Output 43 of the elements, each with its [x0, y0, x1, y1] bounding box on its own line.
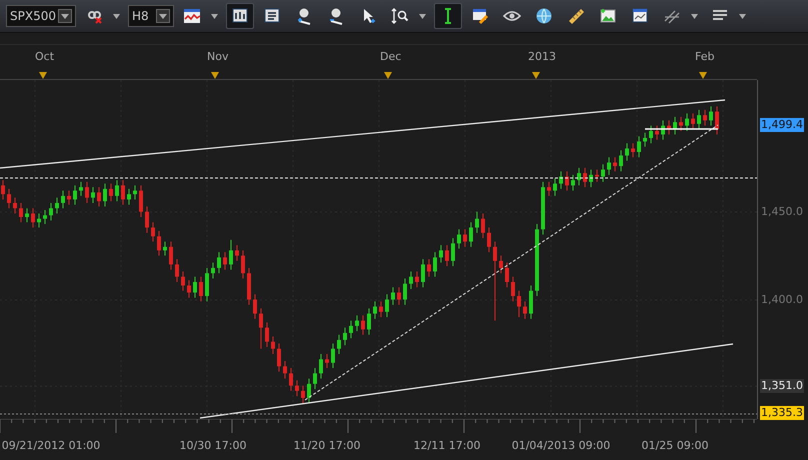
axis-label: 12/11 17:00	[414, 438, 480, 454]
axis-label: 10/30 17:00	[180, 438, 246, 454]
marker-icon	[211, 72, 219, 79]
symbol-dropdown[interactable]: SPX500	[6, 5, 76, 27]
price-label: 1,335.3	[760, 406, 804, 420]
price-label: 1,351.0	[760, 378, 804, 393]
ruler-icon	[567, 7, 585, 25]
window-icon	[263, 7, 281, 25]
price-label: 1,400.0	[760, 292, 804, 307]
window-icon	[631, 7, 649, 25]
zoom-range-icon	[391, 7, 409, 25]
axis-label: 11/20 17:00	[294, 438, 360, 454]
axis-label: Oct	[35, 49, 54, 65]
toolbar-button[interactable]	[226, 3, 254, 29]
globe-icon	[535, 7, 553, 25]
axis-label: Dec	[380, 49, 402, 65]
timeframe-dropdown[interactable]: H8	[128, 5, 174, 27]
toolbar-button[interactable]	[434, 3, 462, 29]
axis-label: Nov	[207, 49, 228, 65]
price-label: 1,499.4	[760, 118, 804, 132]
marker-icon	[532, 72, 540, 79]
price-label: 1,450.0	[760, 204, 804, 219]
axis-label: 01/25 09:00	[642, 438, 708, 454]
picture-icon	[599, 7, 617, 25]
caret-icon	[159, 14, 167, 18]
caret-icon[interactable]	[113, 14, 120, 18]
magnifier-minus-icon	[327, 7, 345, 25]
pencil-note-icon	[471, 7, 489, 25]
axis-label: 01/04/2013 09:00	[512, 438, 610, 454]
marker-icon	[39, 72, 47, 79]
line-chart-icon	[183, 7, 201, 25]
caret-icon[interactable]	[419, 14, 426, 18]
marker-icon	[384, 72, 392, 79]
axis-label: 2013	[528, 49, 556, 65]
axis-label: 09/21/2012 01:00	[2, 438, 100, 454]
marker-icon	[699, 72, 707, 79]
caret-icon[interactable]	[211, 14, 218, 18]
axis-label: Feb	[695, 49, 714, 65]
magnifier-plus-icon	[295, 7, 313, 25]
caret-icon	[61, 14, 69, 18]
window-icon	[231, 7, 249, 25]
caret-icon[interactable]	[739, 14, 746, 18]
caret-icon[interactable]	[691, 14, 698, 18]
